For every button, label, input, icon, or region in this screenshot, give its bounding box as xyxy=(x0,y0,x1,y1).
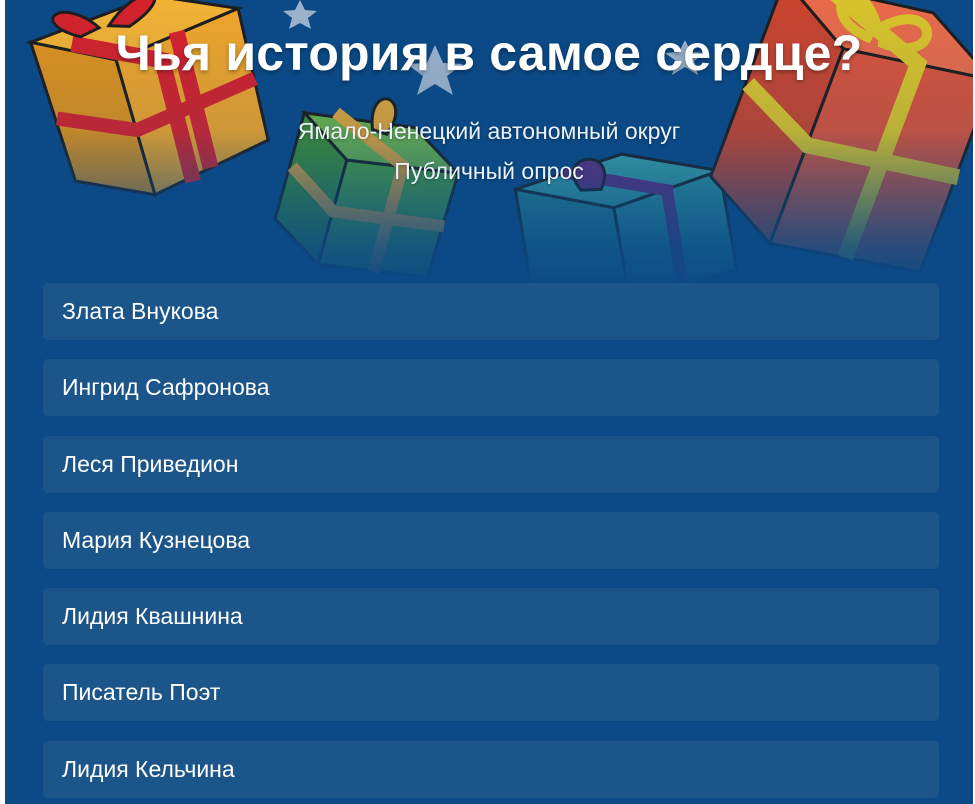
option-button[interactable]: Злата Внукова xyxy=(43,283,939,340)
poll-panel: Чья история в самое сердце? Ямало-Ненецк… xyxy=(5,0,973,804)
options-list: Злата Внукова Ингрид Сафронова Леся Прив… xyxy=(43,283,939,804)
option-button[interactable]: Лидия Квашнина xyxy=(43,588,939,646)
option-button[interactable]: Леся Приведион xyxy=(43,435,939,493)
option-button[interactable]: Писатель Поэт xyxy=(43,664,939,722)
poll-kind: Публичный опрос xyxy=(394,158,584,184)
page: Чья история в самое сердце? Ямало-Ненецк… xyxy=(0,0,975,804)
option-button[interactable]: Ингрид Сафронова xyxy=(43,359,939,417)
option-button[interactable]: Мария Кузнецова xyxy=(43,511,939,569)
option-button[interactable]: Лидия Кельчина xyxy=(43,740,939,798)
poll-region: Ямало-Ненецкий автономный округ xyxy=(297,118,681,144)
poll-title: Чья история в самое сердце? xyxy=(115,25,863,81)
